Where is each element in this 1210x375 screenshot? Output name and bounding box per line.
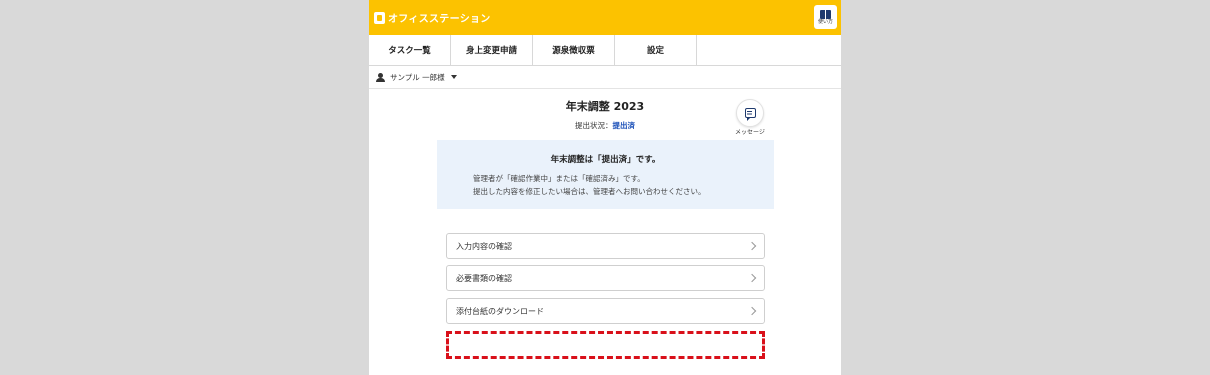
status-label: 提出状況： xyxy=(575,121,613,130)
list-item-label: 必要書類の確認 xyxy=(456,273,512,283)
book-icon xyxy=(820,9,831,19)
app-frame: オフィスステーション 使い方 タスク一覧 身上変更申請 源泉徴収票 設定 サンプ… xyxy=(369,0,841,375)
logo-icon xyxy=(374,11,385,24)
logo-text: オフィスステーション xyxy=(388,14,491,25)
message-button[interactable] xyxy=(736,99,764,127)
notice-line-2: 提出した内容を修正したい場合は、管理者へお問い合わせください。 xyxy=(473,187,706,196)
chevron-right-icon xyxy=(747,241,757,251)
caret-down-icon xyxy=(450,75,457,79)
review-input-button[interactable]: 入力内容の確認 xyxy=(446,233,765,259)
app-header: オフィスステーション 使い方 xyxy=(369,0,841,35)
status-notice: 年末調整は「提出済」です。 管理者が「確認作業中」または「確認済み」です。 提出… xyxy=(437,140,774,209)
tab-withholding-slip[interactable]: 源泉徴収票 xyxy=(533,35,615,65)
highlight-box xyxy=(446,331,765,359)
nav-tabs: タスク一覧 身上変更申請 源泉徴収票 設定 xyxy=(369,35,841,66)
chevron-right-icon xyxy=(747,273,757,283)
message-label: メッセージ xyxy=(735,129,765,136)
user-icon xyxy=(376,72,385,82)
page-title: 年末調整 2023 xyxy=(565,100,645,113)
tab-task-list[interactable]: タスク一覧 xyxy=(369,35,451,65)
list-item-label: 添付台紙のダウンロード xyxy=(456,306,544,316)
chevron-right-icon xyxy=(747,306,757,316)
list-item-label: 入力内容の確認 xyxy=(456,241,512,251)
user-menu[interactable]: サンプル 一郎様 xyxy=(369,66,841,89)
notice-title: 年末調整は「提出済」です。 xyxy=(550,155,661,165)
review-documents-button[interactable]: 必要書類の確認 xyxy=(446,265,765,291)
tab-personal-change[interactable]: 身上変更申請 xyxy=(451,35,533,65)
tab-settings[interactable]: 設定 xyxy=(615,35,697,65)
download-attachment-sheet-button[interactable]: 添付台紙のダウンロード xyxy=(446,298,765,324)
user-name: サンプル 一郎様 xyxy=(390,72,445,82)
help-label: 使い方 xyxy=(817,18,833,25)
notice-line-1: 管理者が「確認作業中」または「確認済み」です。 xyxy=(473,174,645,183)
status-value: 提出済 xyxy=(612,121,636,130)
app-logo[interactable]: オフィスステーション xyxy=(374,10,491,25)
help-button[interactable]: 使い方 xyxy=(814,5,837,29)
chat-icon xyxy=(744,108,756,121)
